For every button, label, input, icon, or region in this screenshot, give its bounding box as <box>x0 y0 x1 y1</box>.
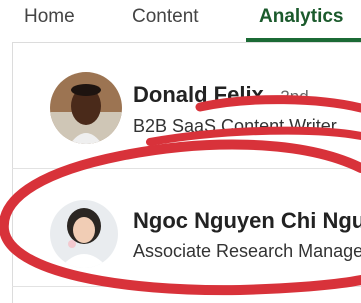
person-headline: B2B SaaS Content Writer <box>133 116 337 136</box>
person-name-text: Ngoc Nguyen Chi Nguyen <box>133 208 361 233</box>
list-divider <box>12 168 361 169</box>
nav-tabs: Home Content Analytics <box>0 0 361 42</box>
connection-degree: · 2nd <box>269 87 309 106</box>
tab-home[interactable]: Home <box>24 6 75 28</box>
person-name-text: Donald Felix <box>133 82 264 107</box>
list-divider <box>12 286 361 287</box>
person-name[interactable]: Donald Felix · 2nd <box>133 82 309 108</box>
tab-content[interactable]: Content <box>132 6 199 28</box>
avatar[interactable] <box>50 200 118 268</box>
person-name[interactable]: Ngoc Nguyen Chi Nguyen <box>133 208 361 234</box>
tab-analytics[interactable]: Analytics <box>259 6 343 28</box>
person-headline: Associate Research Manager <box>133 241 361 261</box>
avatar[interactable] <box>50 72 122 144</box>
